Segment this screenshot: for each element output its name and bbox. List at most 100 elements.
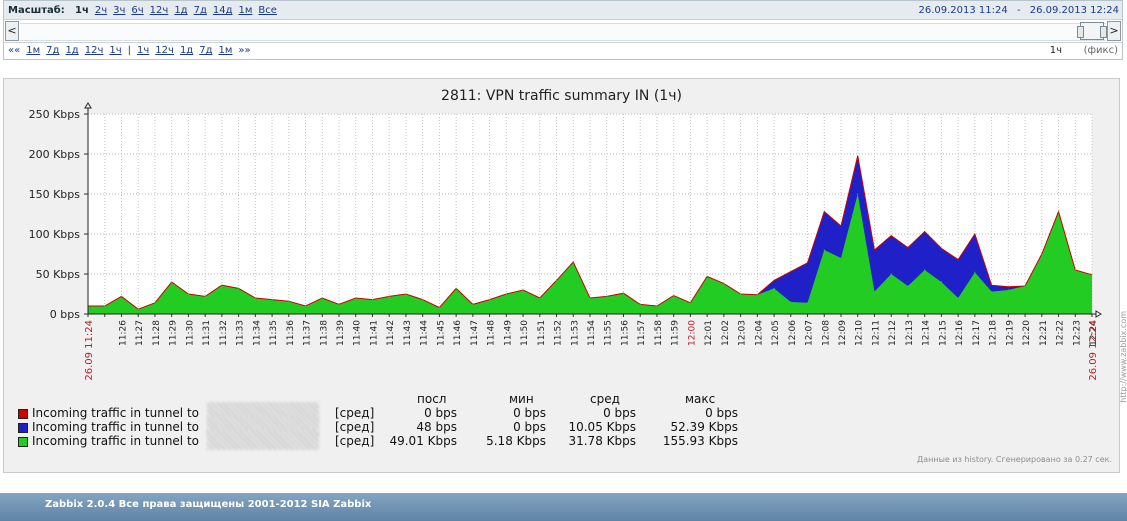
x-tick-label: 11:43	[403, 320, 413, 346]
forward-arrow[interactable]: »»	[238, 45, 250, 56]
data-point-green	[656, 305, 658, 307]
data-point-green	[472, 303, 474, 305]
scroll-right-button[interactable]: >	[1107, 21, 1121, 41]
data-point-green	[840, 257, 842, 259]
navigation-row: «« 1м 7д 1д 12ч 1ч | 1ч 12ч 1д 7д 1м »» 1ч (фикс)	[4, 43, 1122, 60]
x-tick-label: 11:53	[570, 320, 580, 346]
back-link-4[interactable]: 1ч	[109, 45, 121, 56]
x-tick-label: 11:50	[520, 320, 530, 346]
back-link-3[interactable]: 12ч	[85, 45, 104, 56]
navigation-links: «« 1м 7д 1д 12ч 1ч | 1ч 12ч 1д 7д 1м »»	[8, 45, 257, 56]
x-tick-label: 12:17	[972, 320, 982, 346]
x-tick-label: 11:32	[219, 320, 229, 346]
x-tick-label: 11:58	[654, 320, 664, 346]
x-axis-arrow	[1095, 310, 1102, 318]
x-tick-label: 12:10	[855, 320, 865, 346]
x-tick-label: 12:08	[821, 320, 831, 346]
timeline-scrollbar: < >	[4, 20, 1122, 43]
x-x-end_label: 26.09 12:24	[1088, 320, 1099, 381]
x-tick-label: 11:56	[620, 320, 630, 346]
zoom-option-1[interactable]: 2ч	[95, 5, 107, 16]
x-tick-label: 12:00	[687, 320, 697, 346]
x-tick-label: 11:54	[587, 320, 597, 346]
x-tick-label: 12:19	[1005, 320, 1015, 346]
fixed-toggle-link[interactable]: (фикс)	[1084, 45, 1118, 56]
scroll-track[interactable]	[20, 22, 1107, 41]
x-tick-label: 12:07	[805, 320, 815, 346]
y-tick-label: 200 Kbps	[29, 148, 81, 161]
data-point-green	[355, 297, 357, 299]
graph-panel: 2811: VPN traffic summary IN (1ч) 0 bps 5…	[3, 78, 1127, 473]
legend-value-min: 5.18 Kbps	[486, 434, 546, 448]
period-control: Масштаб: 1ч 2ч 3ч 6ч 12ч 1д 7д 14д 1м Все 26.09.2…	[3, 0, 1123, 60]
legend-swatch	[18, 409, 28, 419]
zabbix-url-label: http://www.zabbix.com	[1119, 311, 1127, 403]
data-point-green	[254, 297, 256, 299]
legend-row: Incoming traffic in tunnel to [сред] 48 bp…	[14, 416, 754, 436]
x-tick-label: 12:12	[888, 320, 898, 346]
x-tick-label: 11:40	[353, 320, 363, 346]
x-tick-label: 12:09	[838, 320, 848, 346]
period-value: 1ч	[1049, 45, 1062, 56]
data-point-green	[489, 299, 491, 301]
data-point-green	[522, 289, 524, 291]
x-tick-label: 12:03	[738, 320, 748, 346]
data-point-green	[104, 305, 106, 307]
data-point-green	[539, 297, 541, 299]
legend-series-name: Incoming traffic in tunnel to	[32, 406, 200, 420]
forward-link-3[interactable]: 7д	[199, 45, 212, 56]
legend-row: Incoming traffic in tunnel to [сред] 49.01…	[14, 430, 754, 450]
zoom-option-8[interactable]: 1м	[239, 5, 253, 16]
x-tick-label: 11:59	[671, 320, 681, 346]
x-tick-label: 12:05	[771, 320, 781, 346]
forward-link-1[interactable]: 12ч	[155, 45, 174, 56]
y-tick-label: 100 Kbps	[29, 228, 81, 241]
back-link-0[interactable]: 1м	[26, 45, 40, 56]
data-point-green	[907, 285, 909, 287]
zoom-option-7[interactable]: 14д	[213, 5, 233, 16]
data-point-green	[790, 301, 792, 303]
zoom-option-9[interactable]: Все	[258, 5, 277, 16]
zoom-option-2[interactable]: 3ч	[113, 5, 125, 16]
y-axis-arrow	[84, 102, 92, 109]
legend-value-min: 0 bps	[513, 406, 546, 420]
data-point-green	[940, 281, 943, 283]
data-point-green	[1007, 289, 1009, 291]
scroll-thumb[interactable]	[1077, 22, 1107, 40]
scroll-left-button[interactable]: <	[5, 21, 19, 41]
data-point-green	[120, 295, 123, 297]
back-link-2[interactable]: 1д	[65, 45, 78, 56]
data-point-green	[823, 249, 825, 251]
zoom-option-0[interactable]: 1ч	[75, 5, 89, 16]
legend-series-name: Incoming traffic in tunnel to	[32, 420, 200, 434]
forward-link-2[interactable]: 1д	[180, 45, 193, 56]
x-tick-label: 11:46	[453, 320, 463, 346]
x-tick-label: 11:47	[470, 320, 480, 346]
legend-value-avg: 10.05 Kbps	[568, 420, 636, 434]
zoom-option-4[interactable]: 12ч	[150, 5, 169, 16]
legend-value-last: 49.01 Kbps	[389, 434, 457, 448]
x-tick-label: 12:18	[989, 320, 999, 346]
legend-swatch	[18, 437, 28, 447]
data-point-green	[171, 281, 173, 283]
x-tick-label: 11:39	[336, 320, 346, 346]
data-point-green	[723, 283, 725, 285]
data-point-green	[137, 308, 139, 310]
forward-link-4[interactable]: 1м	[219, 45, 233, 56]
data-point-green	[204, 295, 206, 297]
zoom-option-3[interactable]: 6ч	[131, 5, 143, 16]
forward-link-0[interactable]: 1ч	[137, 45, 149, 56]
data-point-green	[740, 293, 742, 295]
back-arrow[interactable]: ««	[8, 45, 20, 56]
zoom-option-6[interactable]: 7д	[194, 5, 207, 16]
data-point-green	[1057, 211, 1060, 213]
data-point-green	[1074, 269, 1076, 271]
x-tick-label: 12:20	[1022, 320, 1032, 346]
back-link-1[interactable]: 7д	[46, 45, 59, 56]
data-point-green	[338, 303, 340, 305]
x-tick-label: 12:02	[721, 320, 731, 346]
legend-header-0: посл	[417, 392, 447, 406]
zoom-option-5[interactable]: 1д	[174, 5, 187, 16]
legend-value-avg: 31.78 Kbps	[568, 434, 636, 448]
footer-copyright: Zabbix 2.0.4 Все права защищены 2001-201…	[45, 499, 372, 510]
